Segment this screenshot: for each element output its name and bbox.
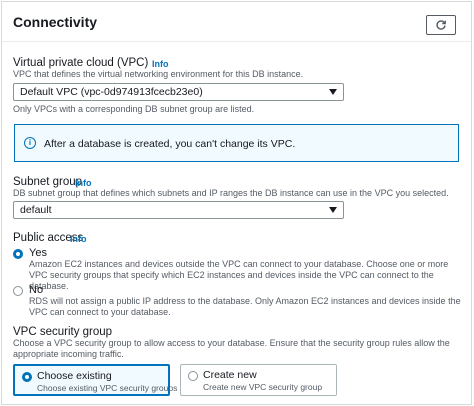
vpc-select[interactable]: Default VPC (vpc-0d974913fcecb23e0)	[13, 83, 344, 101]
connectivity-panel: Connectivity Virtual private cloud (VPC)…	[1, 1, 472, 405]
create-new-title: Create new	[203, 369, 257, 381]
public-access-yes-radio[interactable]	[13, 249, 23, 259]
vpc-description: VPC that defines the virtual networking …	[13, 69, 304, 79]
refresh-icon	[436, 20, 446, 30]
vpc-info-alert: i After a database is created, you can't…	[14, 124, 459, 162]
subnet-select[interactable]: default	[13, 201, 344, 219]
vpc-label: Virtual private cloud (VPC)	[13, 57, 149, 69]
choose-existing-description: Choose existing VPC security groups	[37, 383, 178, 393]
alert-text: After a database is created, you can't c…	[44, 138, 296, 150]
panel-header: Connectivity	[2, 2, 471, 42]
security-group-label: VPC security group	[13, 326, 113, 338]
subnet-select-value: default	[20, 204, 52, 216]
vpc-select-value: Default VPC (vpc-0d974913fcecb23e0)	[20, 86, 203, 98]
panel-title: Connectivity	[13, 14, 98, 30]
public-access-no-label[interactable]: No	[29, 284, 43, 296]
info-circle-icon: i	[24, 137, 36, 149]
create-new-tile[interactable]: Create new Create new VPC security group	[180, 364, 337, 396]
public-access-info-link[interactable]: Info	[70, 234, 87, 244]
choose-existing-title: Choose existing	[37, 370, 112, 382]
create-new-radio[interactable]	[188, 371, 198, 381]
subnet-label: Subnet group	[13, 176, 83, 188]
public-access-yes-label[interactable]: Yes	[29, 247, 47, 259]
subnet-description: DB subnet group that defines which subne…	[13, 188, 449, 198]
vpc-note: Only VPCs with a corresponding DB subnet…	[13, 104, 255, 114]
subnet-info-link[interactable]: Info	[75, 178, 92, 188]
public-access-no-description: RDS will not assign a public IP address …	[29, 296, 461, 317]
public-access-yes-description: Amazon EC2 instances and devices outside…	[29, 259, 449, 291]
choose-existing-tile[interactable]: Choose existing Choose existing VPC secu…	[13, 364, 177, 396]
public-access-no-radio[interactable]	[13, 286, 23, 296]
chevron-down-icon	[329, 89, 337, 95]
security-group-description: Choose a VPC security group to allow acc…	[13, 338, 450, 359]
choose-existing-radio[interactable]	[22, 372, 32, 382]
refresh-button[interactable]	[426, 15, 456, 35]
vpc-info-link[interactable]: Info	[152, 59, 169, 69]
chevron-down-icon	[329, 207, 337, 213]
create-new-description: Create new VPC security group	[203, 382, 323, 392]
